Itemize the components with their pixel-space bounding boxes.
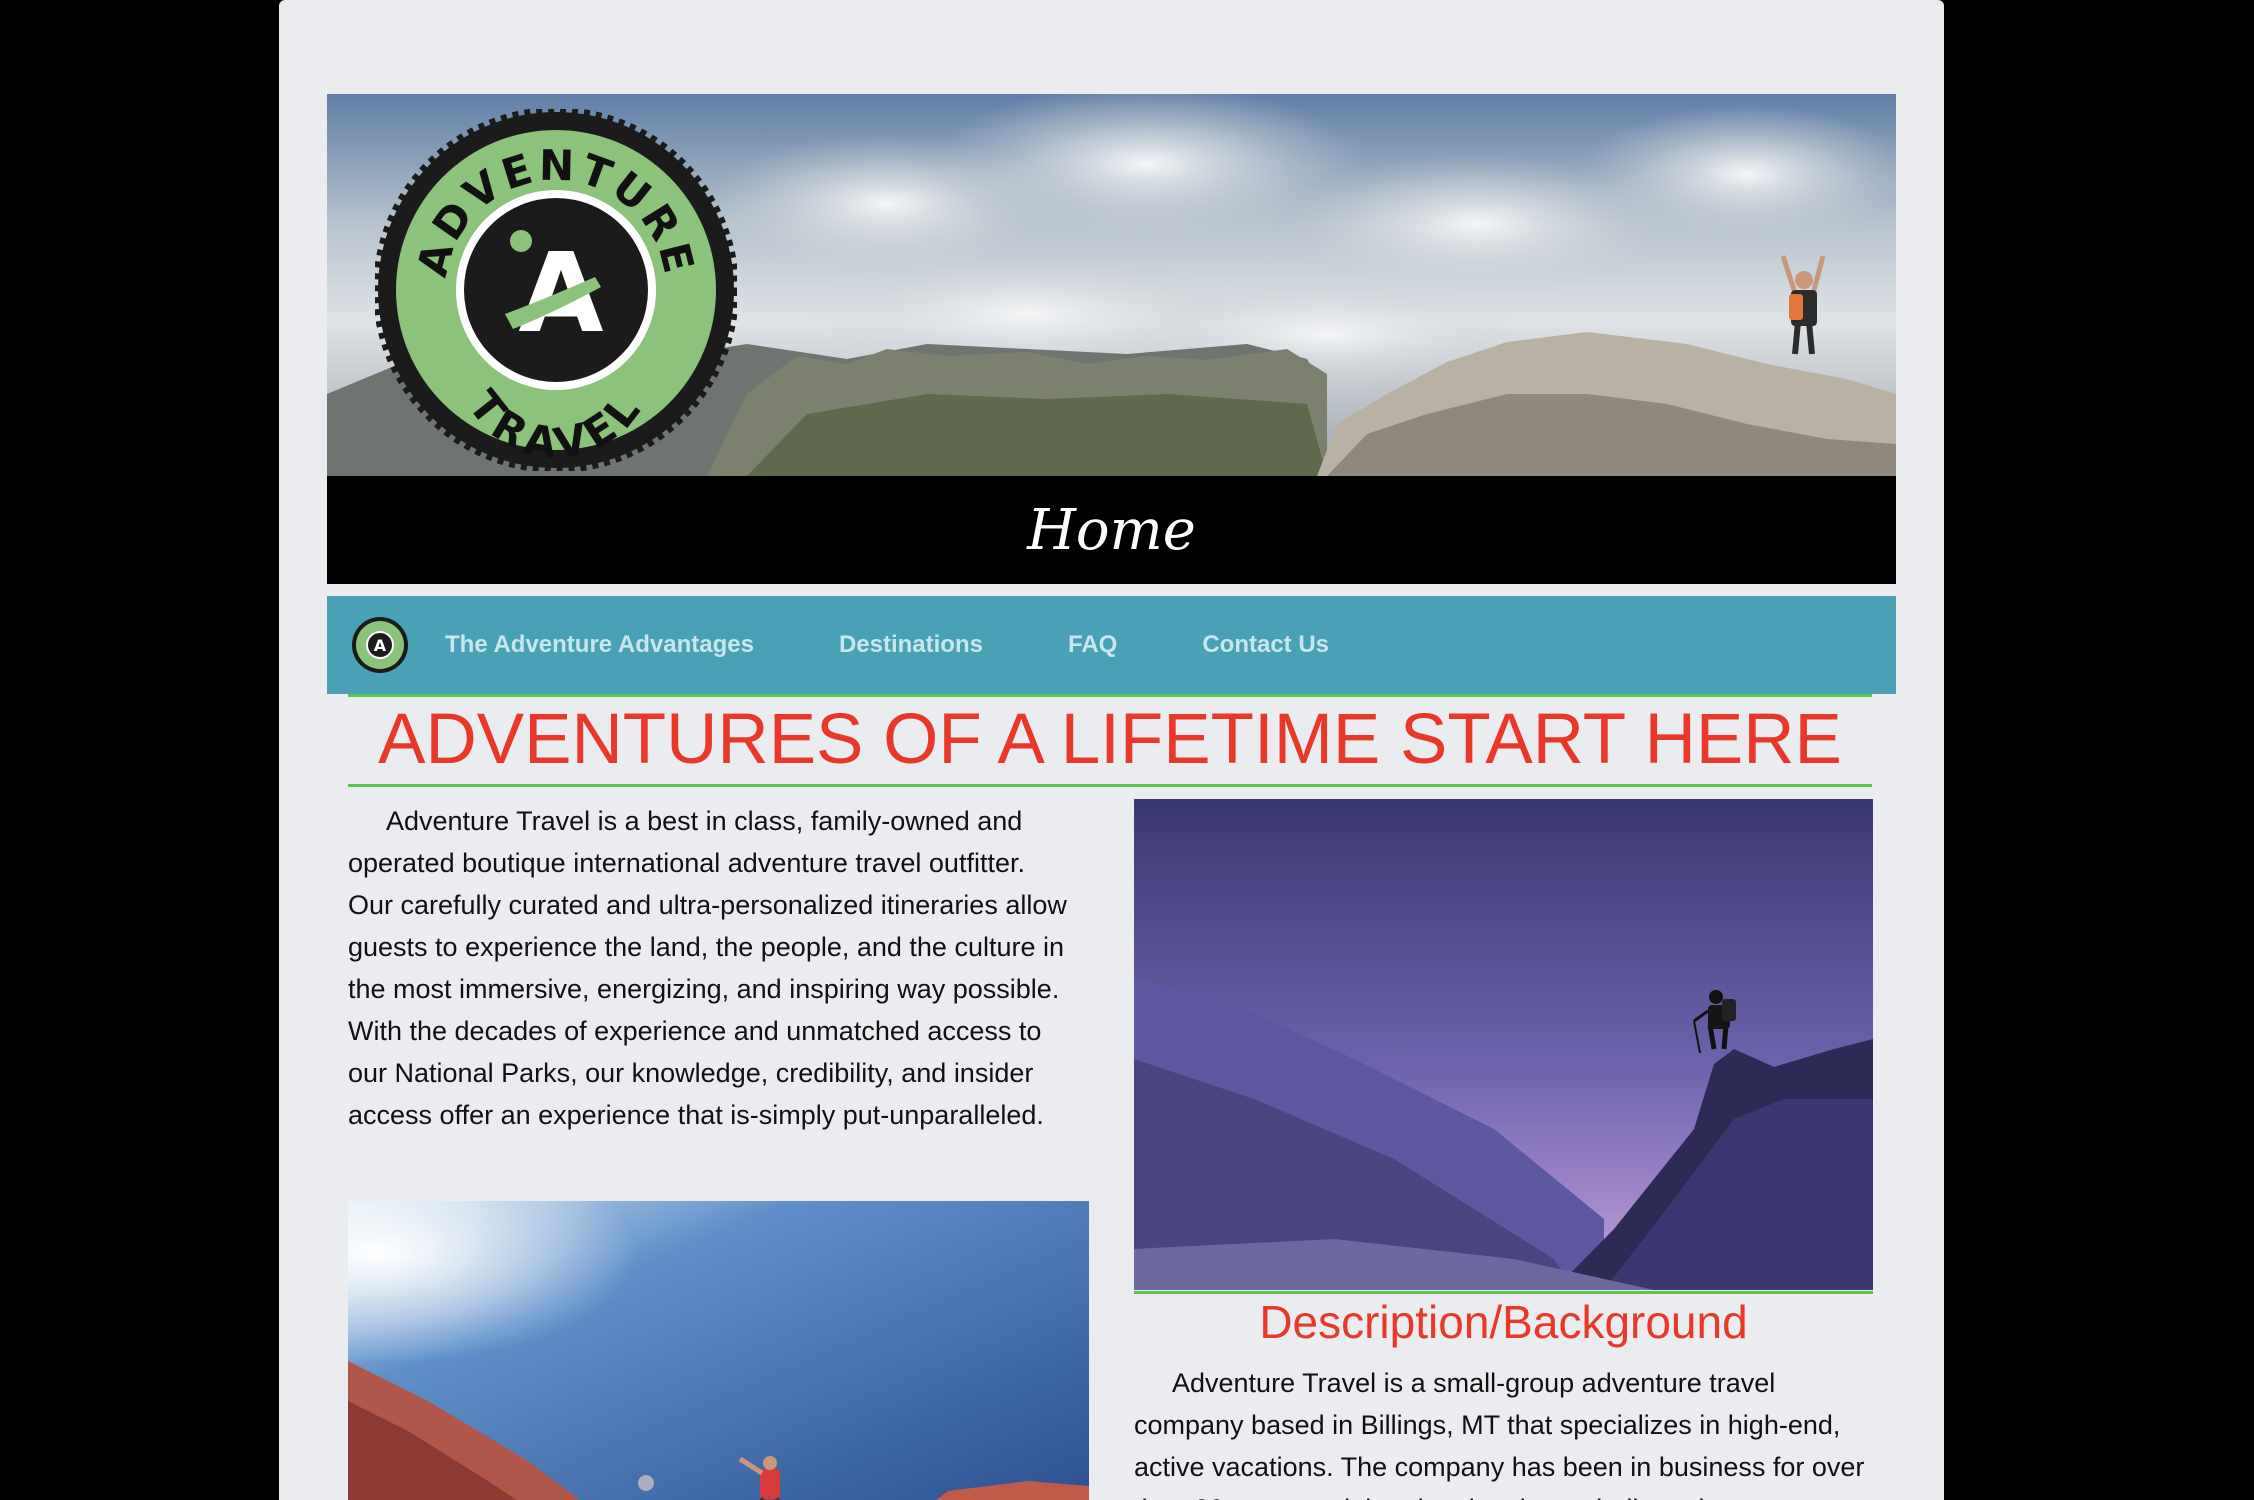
nav-link-destinations[interactable]: Destinations [839,631,983,659]
page-title: Home [1027,497,1196,563]
hiker-jump-photo [348,1201,1089,1500]
intro-paragraph: Adventure Travel is a best in class, fam… [348,806,1067,1130]
main-nav: A The Adventure Advantages Destinations … [327,596,1896,694]
header-banner: ADVENTURE TRAVEL A [327,94,1896,476]
headline-top-rule [348,694,1872,697]
main-headline: ADVENTURES OF A LIFETIME START HERE [378,700,1842,779]
nav-link-adventure-advantages[interactable]: The Adventure Advantages [445,631,754,659]
page-title-bar: Home [327,476,1896,584]
nav-link-contact-us[interactable]: Contact Us [1202,631,1329,659]
site-logo[interactable]: ADVENTURE TRAVEL A [375,109,737,471]
snow-mountain-photo [1134,799,1873,1290]
section-title: Description/Background [1259,1296,1748,1348]
headline-bottom-rule [348,784,1872,787]
page: ADVENTURE TRAVEL A Home A The Adventure … [279,0,1944,1500]
description-paragraph: Adventure Travel is a small-group advent… [1134,1368,1865,1500]
nav-link-faq[interactable]: FAQ [1068,631,1117,659]
svg-text:A: A [374,636,387,655]
nav-logo-icon[interactable]: A [351,616,409,674]
